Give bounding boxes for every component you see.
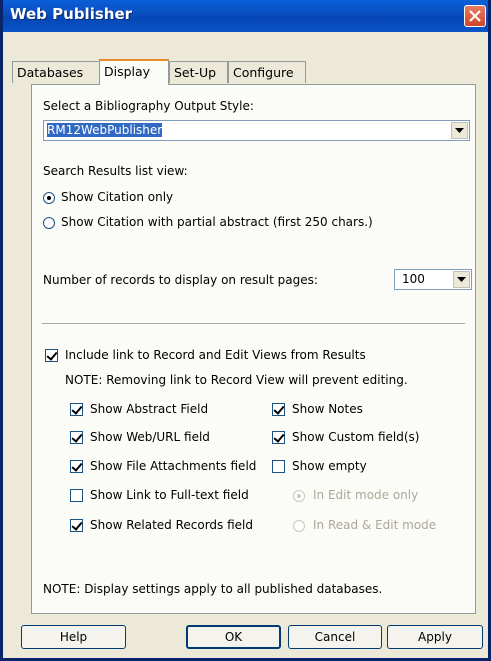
chevron-down-icon — [455, 127, 464, 133]
radio-citation-only[interactable] — [43, 192, 55, 204]
dropdown-arrow[interactable] — [451, 122, 468, 139]
search-view-label: Search Results list view: — [43, 164, 188, 178]
show-web-url-checkbox[interactable] — [70, 431, 83, 444]
help-button[interactable]: Help — [21, 625, 126, 649]
radio-edit-mode-only-label: In Edit mode only — [313, 488, 419, 502]
output-style-dropdown[interactable]: RM12WebPublisher — [43, 120, 470, 141]
radio-read-edit-mode-label: In Read & Edit mode — [313, 518, 437, 532]
include-link-checkbox[interactable] — [45, 349, 58, 362]
show-link-fulltext-label: Show Link to Full-text field — [90, 488, 249, 502]
records-count-value: 100 — [402, 272, 425, 286]
tab-databases[interactable]: Databases — [12, 61, 100, 83]
show-notes-checkbox[interactable] — [272, 403, 285, 416]
radio-citation-only-label: Show Citation only — [61, 190, 174, 204]
show-custom-fields-label: Show Custom field(s) — [292, 430, 420, 444]
tab-set-up[interactable]: Set-Up — [169, 61, 228, 83]
cancel-button[interactable]: Cancel — [288, 625, 382, 649]
radio-read-edit-mode[interactable] — [293, 520, 305, 532]
show-related-records-checkbox[interactable] — [70, 519, 83, 532]
radio-edit-mode-only[interactable] — [293, 490, 305, 502]
tab-databases-label: Databases — [17, 65, 84, 80]
records-count-label: Number of records to display on result p… — [43, 273, 318, 287]
close-button[interactable] — [464, 5, 486, 27]
window-title: Web Publisher — [10, 5, 133, 23]
show-empty-checkbox[interactable] — [272, 460, 285, 473]
records-count-dropdown[interactable]: 100 — [394, 269, 472, 290]
tab-configure[interactable]: Configure — [228, 61, 306, 83]
radio-citation-abstract[interactable] — [43, 217, 55, 229]
include-link-label: Include link to Record and Edit Views fr… — [65, 348, 366, 362]
tab-display-label: Display — [104, 64, 151, 79]
show-link-fulltext-checkbox[interactable] — [70, 489, 83, 502]
separator — [42, 323, 465, 325]
display-panel: Select a Bibliography Output Style: RM12… — [31, 84, 476, 614]
tab-display[interactable]: Display — [99, 59, 169, 85]
show-notes-label: Show Notes — [292, 402, 363, 416]
ok-button[interactable]: OK — [186, 625, 281, 649]
close-icon — [469, 10, 481, 22]
show-related-records-label: Show Related Records field — [90, 518, 254, 532]
radio-citation-abstract-label: Show Citation with partial abstract (fir… — [61, 215, 373, 229]
output-style-label: Select a Bibliography Output Style: — [43, 99, 254, 113]
chevron-down-icon — [457, 276, 466, 282]
footer-note: NOTE: Display settings apply to all publ… — [43, 582, 383, 596]
apply-button[interactable]: Apply — [387, 625, 483, 649]
records-dropdown-arrow[interactable] — [453, 271, 470, 288]
title-bar[interactable]: Web Publisher — [3, 0, 488, 32]
web-publisher-window: Web Publisher Databases Display Set-Up C… — [0, 0, 491, 661]
include-link-note: NOTE: Removing link to Record View will … — [65, 373, 408, 387]
show-abstract-checkbox[interactable] — [70, 403, 83, 416]
output-style-value: RM12WebPublisher — [47, 123, 163, 137]
show-file-attachments-label: Show File Attachments field — [90, 459, 257, 473]
tab-set-up-label: Set-Up — [174, 65, 217, 80]
show-abstract-label: Show Abstract Field — [90, 402, 209, 416]
show-custom-fields-checkbox[interactable] — [272, 431, 285, 444]
show-file-attachments-checkbox[interactable] — [70, 460, 83, 473]
show-empty-label: Show empty — [292, 459, 367, 473]
tab-configure-label: Configure — [233, 65, 294, 80]
show-web-url-label: Show Web/URL field — [90, 430, 210, 444]
